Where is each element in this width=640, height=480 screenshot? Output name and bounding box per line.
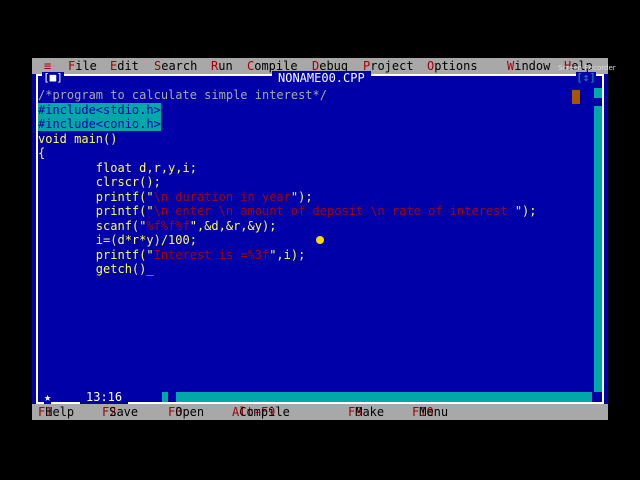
code-line: getch()_ bbox=[38, 262, 154, 276]
menu-run[interactable]: Run bbox=[211, 58, 233, 74]
menu-edit[interactable]: Edit bbox=[110, 58, 139, 74]
code-line: scanf("%f%f%f",&d,&r,&y); bbox=[38, 218, 277, 233]
code-editor[interactable]: /*program to calculate simple interest*/… bbox=[38, 88, 578, 277]
modified-indicator-icon: ★ bbox=[44, 390, 52, 404]
code-line: float d,r,y,i; bbox=[38, 160, 197, 175]
menu-window[interactable]: Window bbox=[507, 58, 550, 74]
window-title: NONAME00.CPP bbox=[272, 71, 371, 85]
cursor-position: 13:16 bbox=[80, 390, 129, 404]
code-line: #include<stdio.h> bbox=[38, 102, 161, 117]
vertical-scroll-thumb[interactable] bbox=[594, 98, 602, 106]
horizontal-scrollbar[interactable] bbox=[162, 392, 592, 402]
vertical-scrollbar[interactable] bbox=[594, 88, 602, 392]
horizontal-scroll-thumb[interactable] bbox=[168, 392, 176, 402]
screen-recorder-watermark: Screen Recorder bbox=[558, 64, 616, 72]
code-line: printf("Interest is =%3f",i); bbox=[38, 247, 306, 262]
code-line: i=(d*r*y)/100; bbox=[38, 233, 197, 247]
code-line: #include<conio.h> bbox=[38, 117, 161, 131]
status-bar: F1 Help F2 Save F3 Open Alt-F9 Compile F… bbox=[32, 404, 608, 420]
menu-options[interactable]: Options bbox=[427, 58, 478, 74]
menu-file[interactable]: File bbox=[68, 58, 97, 74]
scroll-marker-icon bbox=[572, 90, 580, 104]
mouse-pointer-icon bbox=[316, 236, 324, 244]
window-close-button[interactable]: [■] bbox=[42, 72, 64, 84]
window-zoom-button[interactable]: [↕] bbox=[576, 72, 596, 84]
menu-search[interactable]: Search bbox=[154, 58, 197, 74]
code-line: printf("\n duration in year"); bbox=[38, 189, 313, 204]
code-line: /*program to calculate simple interest*/ bbox=[38, 88, 327, 102]
code-line: printf("\n enter \n amount of deposit \n… bbox=[38, 204, 537, 218]
code-line: void main() bbox=[38, 131, 118, 146]
code-line: { bbox=[38, 146, 46, 160]
code-line: clrscr(); bbox=[38, 175, 161, 189]
